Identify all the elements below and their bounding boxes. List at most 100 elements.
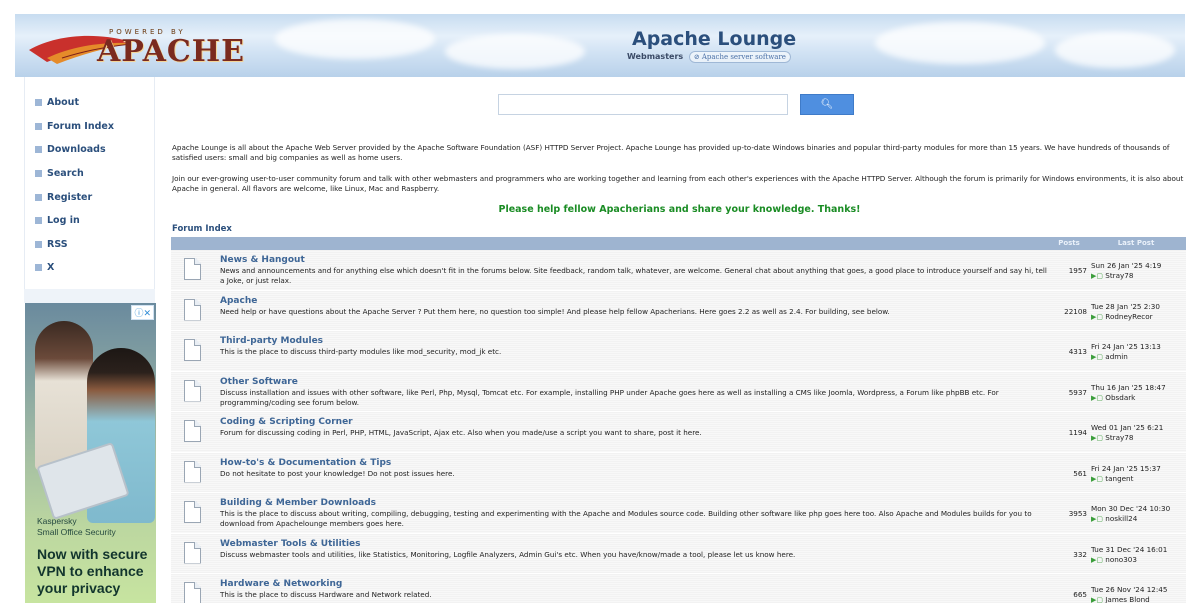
- go-to-post-icon[interactable]: ▶▢: [1091, 272, 1103, 280]
- last-post-user[interactable]: Stray78: [1105, 433, 1133, 442]
- sidebar-item-forum-index[interactable]: Forum Index: [25, 115, 156, 139]
- cloud-decoration: [1055, 32, 1175, 68]
- go-to-post-icon[interactable]: ▶▢: [1091, 596, 1103, 603]
- sidebar-item-about[interactable]: About: [25, 91, 156, 115]
- sidebar-item-downloads[interactable]: Downloads: [25, 138, 156, 162]
- sidebar-item-login[interactable]: Log in: [25, 209, 156, 233]
- apache-software-link[interactable]: ⊘ Apache server software: [688, 51, 791, 63]
- last-post-user[interactable]: Obsdark: [1105, 393, 1135, 402]
- intro-paragraph: Join our ever-growing user-to-user commu…: [172, 174, 1184, 193]
- ad-tagline: Now with secure VPN to enhance your priv…: [37, 546, 148, 596]
- sidebar-item-label: Search: [47, 168, 84, 180]
- forum-last-post: Fri 24 Jan '25 15:37 ▶▢ tangent: [1091, 464, 1186, 484]
- forum-post-count: 22108: [1064, 306, 1087, 316]
- forum-table-header: Posts Last Post: [171, 237, 1186, 250]
- search-button[interactable]: 🔍︎: [800, 94, 854, 115]
- sidebar-item-label: Log in: [47, 215, 80, 227]
- last-post-date: Thu 16 Jan '25 18:47: [1091, 382, 1166, 392]
- site-header: POWERED BY APACHE Apache Lounge Webmaste…: [15, 14, 1185, 77]
- forum-folder-icon: [184, 298, 201, 321]
- forum-last-post: Tue 26 Nov '24 12:45 ▶▢ James Blond: [1091, 585, 1186, 603]
- forum-last-post: Tue 31 Dec '24 16:01 ▶▢ nono303: [1091, 545, 1186, 565]
- forum-title-link[interactable]: News & Hangout: [220, 255, 305, 265]
- forum-title-link[interactable]: Webmaster Tools & Utilities: [220, 539, 361, 549]
- last-post-date: Mon 30 Dec '24 10:30: [1091, 504, 1171, 513]
- forum-description: Do not hesitate to post your knowledge! …: [220, 468, 455, 478]
- sidebar-item-label: Register: [47, 191, 93, 203]
- forum-row: Building & Member Downloads This is the …: [171, 493, 1186, 534]
- sidebar-footer: [24, 289, 155, 303]
- forum-folder-icon: [184, 339, 201, 361]
- sidebar-item-rss[interactable]: RSS: [25, 233, 156, 257]
- forum-last-post: Mon 30 Dec '24 10:30 ▶▢ noskill24: [1091, 504, 1186, 524]
- sidebar-item-register[interactable]: Register: [25, 185, 156, 209]
- last-post-user[interactable]: James Blond: [1105, 595, 1149, 603]
- ad-close-icon[interactable]: ⓘ✕: [131, 305, 154, 320]
- sidebar-item-label: About: [47, 97, 79, 109]
- help-message: Please help fellow Apacherians and share…: [498, 204, 861, 215]
- cloud-decoration: [275, 19, 435, 59]
- forum-title-link[interactable]: Other Software: [220, 377, 298, 387]
- forum-folder-icon: [184, 501, 201, 523]
- forum-folder-icon: [184, 460, 201, 483]
- search-input[interactable]: [498, 94, 788, 115]
- apache-logo[interactable]: POWERED BY APACHE: [27, 22, 257, 70]
- forum-index-link[interactable]: Forum Index: [172, 224, 232, 234]
- go-to-post-icon[interactable]: ▶▢: [1091, 434, 1103, 442]
- forum-row: Third-party Modules This is the place to…: [171, 331, 1186, 372]
- forum-folder-icon: [184, 258, 201, 280]
- last-post-user[interactable]: admin: [1105, 352, 1128, 361]
- forum-last-post: Tue 28 Jan '25 2:30 ▶▢ RodneyRecor: [1091, 302, 1186, 322]
- forum-row: How-to's & Documentation & Tips Do not h…: [171, 452, 1186, 493]
- forum-title-link[interactable]: Building & Member Downloads: [220, 498, 376, 508]
- forum-post-count: 561: [1073, 468, 1087, 478]
- last-post-user[interactable]: nono303: [1105, 555, 1137, 564]
- sidebar-item-search[interactable]: Search: [25, 162, 156, 186]
- forum-title-link[interactable]: How-to's & Documentation & Tips: [220, 458, 391, 468]
- link-icon: ⊘: [693, 53, 700, 61]
- forum-post-count: 4313: [1068, 347, 1087, 356]
- ad-brand: Kaspersky Small Office Security: [37, 516, 116, 537]
- cloud-decoration: [875, 22, 1045, 64]
- forum-title-link[interactable]: Coding & Scripting Corner: [220, 417, 353, 427]
- forum-row: Hardware & Networking This is the place …: [171, 574, 1186, 603]
- go-to-post-icon[interactable]: ▶▢: [1091, 475, 1103, 483]
- sidebar-item-x[interactable]: X: [25, 256, 156, 280]
- forum-title-link[interactable]: Third-party Modules: [220, 336, 323, 346]
- forum-row: Other Software Discuss installation and …: [171, 371, 1186, 412]
- go-to-post-icon[interactable]: ▶▢: [1091, 394, 1103, 402]
- forum-title-link[interactable]: Apache: [220, 296, 257, 306]
- last-post-date: Tue 26 Nov '24 12:45: [1091, 585, 1168, 594]
- last-post-user[interactable]: tangent: [1105, 474, 1133, 483]
- forum-last-post: Wed 01 Jan '25 6:21 ▶▢ Stray78: [1091, 423, 1186, 443]
- last-post-date: Wed 01 Jan '25 6:21: [1091, 423, 1164, 432]
- forum-post-count: 665: [1073, 590, 1087, 599]
- advertisement[interactable]: ⓘ✕ Kaspersky Small Office Security Now w…: [25, 303, 156, 603]
- go-to-post-icon[interactable]: ▶▢: [1091, 556, 1103, 564]
- go-to-post-icon[interactable]: ▶▢: [1091, 515, 1103, 523]
- forum-row: Webmaster Tools & Utilities Discuss webm…: [171, 533, 1186, 574]
- forum-post-count: 1957: [1068, 266, 1087, 275]
- forum-post-count: 5937: [1068, 387, 1087, 397]
- forum-post-count: 1194: [1068, 428, 1087, 437]
- forum-last-post: Thu 16 Jan '25 18:47 ▶▢ Obsdark: [1091, 383, 1186, 403]
- forum-folder-icon: [184, 379, 201, 402]
- forum-description: This is the place to discuss third-party…: [220, 347, 502, 356]
- last-post-date: Tue 28 Jan '25 2:30: [1091, 301, 1160, 311]
- sidebar: About Forum Index Downloads Search Regis…: [24, 77, 155, 289]
- last-post-date: Sun 26 Jan '25 4:19: [1091, 261, 1162, 270]
- bullet-icon: [35, 240, 42, 248]
- last-post-user[interactable]: Stray78: [1105, 271, 1133, 280]
- bullet-icon: [35, 170, 42, 178]
- bullet-icon: [35, 217, 42, 225]
- go-to-post-icon[interactable]: ▶▢: [1091, 353, 1103, 361]
- last-post-user[interactable]: RodneyRecor: [1105, 312, 1152, 321]
- intro-paragraph: Apache Lounge is all about the Apache We…: [172, 143, 1170, 162]
- go-to-post-icon[interactable]: ▶▢: [1091, 313, 1103, 321]
- forum-description: News and announcements and for anything …: [220, 266, 1047, 285]
- forum-list: News & Hangout News and announcements an…: [171, 250, 1186, 603]
- forum-title-link[interactable]: Hardware & Networking: [220, 579, 342, 589]
- last-post-date: Fri 24 Jan '25 15:37: [1091, 463, 1161, 473]
- last-post-user[interactable]: noskill24: [1105, 514, 1137, 523]
- site-title[interactable]: Apache Lounge: [632, 28, 796, 50]
